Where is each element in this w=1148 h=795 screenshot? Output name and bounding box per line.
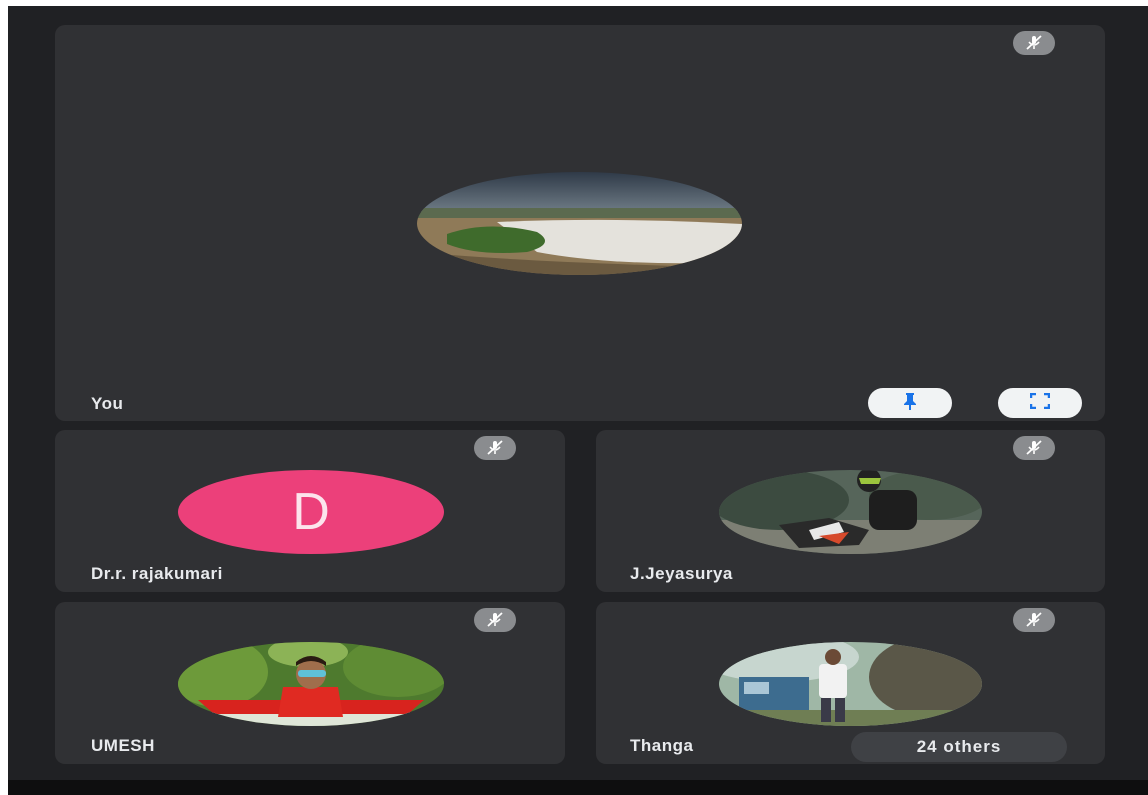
pin-icon [900, 391, 920, 416]
tile-name: You [91, 394, 124, 413]
tile-participant[interactable]: J.Jeyasurya [596, 430, 1105, 592]
avatar-you [417, 172, 742, 275]
tile-participant[interactable]: D Dr.r. rajakumari [55, 430, 565, 592]
others-button[interactable]: 24 others [851, 732, 1067, 762]
avatar-photo [719, 470, 982, 554]
tile-name: J.Jeyasurya [630, 564, 733, 583]
mic-off-icon [1013, 436, 1055, 460]
pin-button[interactable] [868, 388, 952, 418]
tile-name: Dr.r. rajakumari [91, 564, 223, 583]
mic-off-icon [1013, 31, 1055, 55]
avatar-photo [719, 642, 982, 726]
mic-off-icon [1013, 608, 1055, 632]
tile-name: UMESH [91, 736, 155, 755]
bottom-bar [8, 780, 1148, 795]
fullscreen-icon [1029, 392, 1051, 414]
tile-you[interactable]: You [55, 25, 1105, 421]
meeting-grid: You D Dr.r. rajakumari J.Jeyasurya UMESH… [8, 6, 1148, 795]
tile-participant[interactable]: UMESH [55, 602, 565, 764]
tile-name: Thanga [630, 736, 694, 755]
avatar-initial: D [178, 470, 444, 554]
fullscreen-button[interactable] [998, 388, 1082, 418]
tile-participant[interactable]: Thanga 24 others [596, 602, 1105, 764]
avatar-letter: D [292, 483, 330, 541]
mic-off-icon [474, 608, 516, 632]
mic-off-icon [474, 436, 516, 460]
avatar-photo [178, 642, 444, 726]
